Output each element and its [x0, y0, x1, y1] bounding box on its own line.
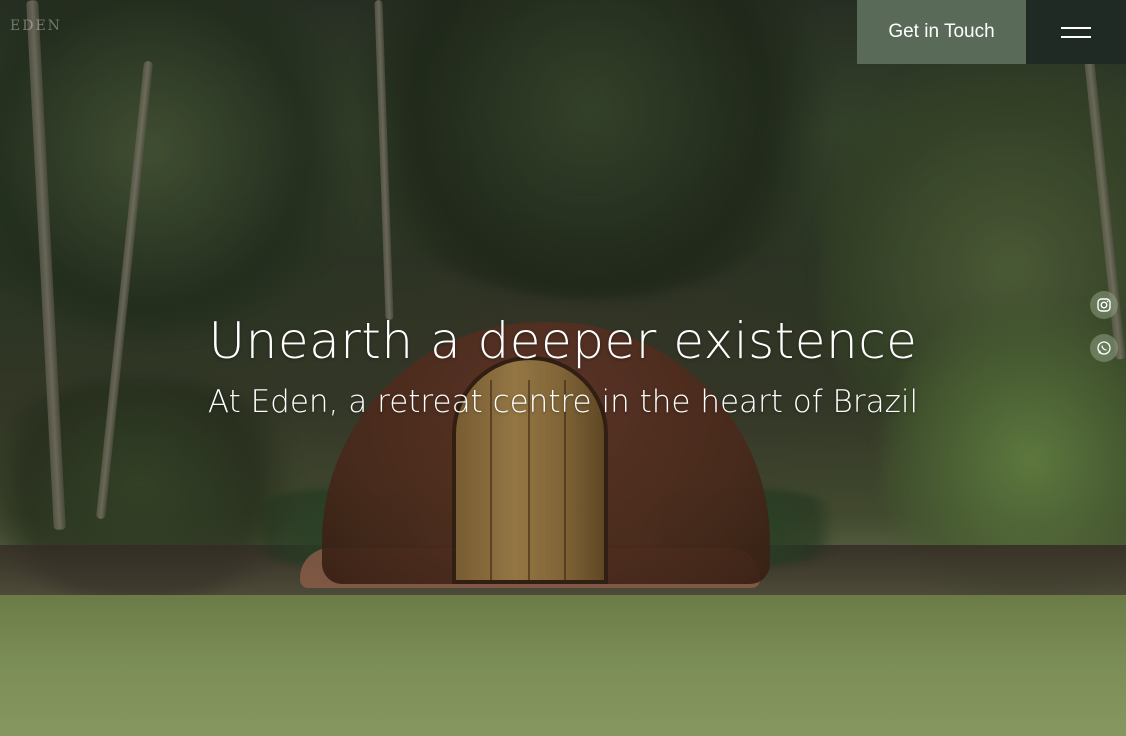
get-in-touch-button[interactable]: Get in Touch — [857, 0, 1026, 64]
hero-section: EDEN Get in Touch Unearth a deeper exist… — [0, 0, 1126, 736]
instagram-icon — [1097, 298, 1111, 312]
hero-headline: Unearth a deeper existence — [208, 312, 918, 370]
site-logo[interactable]: EDEN — [10, 18, 62, 34]
hero-subheadline: At Eden, a retreat centre in the heart o… — [207, 384, 919, 420]
menu-button[interactable] — [1026, 0, 1126, 64]
hamburger-icon — [1061, 26, 1091, 38]
